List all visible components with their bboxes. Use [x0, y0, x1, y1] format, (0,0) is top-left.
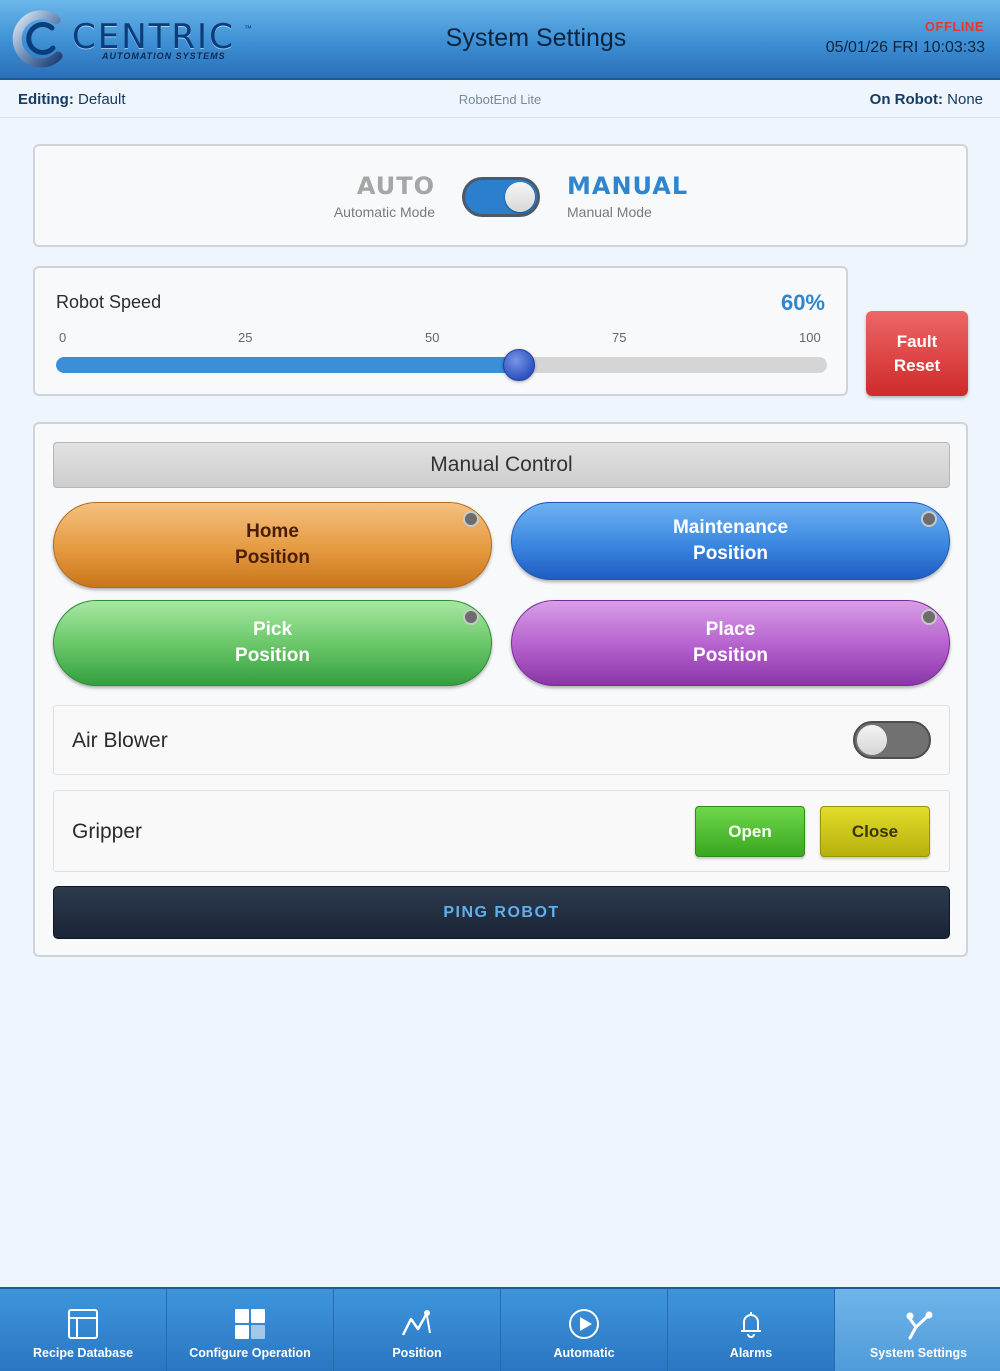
nav-recipe-database[interactable]: Recipe Database	[0, 1289, 167, 1371]
air-blower-toggle-knob	[857, 725, 887, 755]
manual-mode-option[interactable]: MANUAL Manual Mode	[567, 172, 727, 220]
logo-wordmark: CENTRIC	[72, 17, 235, 57]
auto-mode-label: AUTO	[356, 172, 435, 200]
editing-label: Editing:	[18, 91, 74, 108]
date-time: 05/01/26 FRI 10:03:33	[825, 39, 985, 56]
maintenance-position-indicator	[921, 511, 937, 527]
on-robot-info: On Robot: None	[870, 91, 983, 108]
position-icon	[334, 1307, 500, 1341]
nav-system-settings[interactable]: System Settings	[835, 1289, 1000, 1371]
auto-mode-caption: Automatic Mode	[333, 204, 435, 220]
configure-operation-icon	[167, 1307, 333, 1341]
manual-mode-label: MANUAL	[567, 172, 689, 200]
mode-toggle-knob	[505, 182, 535, 212]
mode-toggle-switch[interactable]	[462, 177, 540, 217]
speed-slider-thumb[interactable]	[502, 349, 535, 381]
robot-speed-value: 60%	[780, 290, 825, 315]
gripper-label: Gripper	[72, 820, 143, 843]
speed-slider-fill	[56, 357, 519, 373]
product-name: RobotEnd Lite	[458, 92, 542, 107]
system-settings-icon	[835, 1307, 1000, 1341]
air-blower-row: Air Blower	[53, 705, 950, 775]
place-position-button[interactable]: Place Position	[511, 600, 950, 686]
status-bar: RobotEnd Lite Editing: Default On Robot:…	[0, 82, 1000, 118]
fault-reset-button[interactable]: Fault Reset	[866, 311, 968, 396]
speed-slider-track[interactable]	[56, 357, 827, 373]
pick-position-button[interactable]: Pick Position	[53, 600, 492, 686]
home-position-button[interactable]: Home Position	[53, 502, 492, 588]
logo-tagline: AUTOMATION SYSTEMS	[102, 51, 226, 61]
manual-mode-caption: Manual Mode	[567, 204, 652, 220]
nav-label: Alarms	[729, 1346, 773, 1360]
speed-tick-label: 50	[425, 330, 440, 345]
home-position-label: Home Position	[235, 521, 310, 568]
app-header: CENTRIC ™ AUTOMATION SYSTEMS System Sett…	[0, 0, 1000, 80]
air-blower-label: Air Blower	[72, 729, 168, 752]
recipe-database-icon	[0, 1307, 166, 1341]
nav-alarms[interactable]: Alarms	[668, 1289, 835, 1371]
place-position-indicator	[921, 609, 937, 625]
nav-label: Automatic	[553, 1346, 615, 1360]
logo-mark-icon	[12, 10, 63, 68]
pick-position-label: Pick Position	[235, 619, 310, 666]
on-robot-label: On Robot:	[869, 91, 943, 108]
nav-label: Configure Operation	[189, 1346, 311, 1360]
speed-tick-label: 25	[238, 330, 253, 345]
auto-mode-option[interactable]: AUTO Automatic Mode	[325, 172, 435, 220]
nav-position[interactable]: Position	[334, 1289, 501, 1371]
speed-tick-label: 75	[612, 330, 627, 345]
logo-trademark: ™	[244, 24, 252, 33]
robot-speed-panel: Robot Speed 60% 0 25 50 75 100	[33, 266, 848, 396]
gripper-close-button[interactable]: Close	[820, 806, 930, 857]
home-position-indicator	[463, 511, 479, 527]
ping-robot-button[interactable]: PING ROBOT	[53, 886, 950, 939]
connection-status: OFFLINE	[924, 19, 984, 34]
editing-value: Default	[78, 91, 126, 108]
gripper-open-button[interactable]: Open	[695, 806, 805, 857]
centric-logo: CENTRIC ™ AUTOMATION SYSTEMS	[12, 10, 257, 68]
nav-label: Recipe Database	[32, 1346, 134, 1360]
nav-automatic[interactable]: Automatic	[501, 1289, 668, 1371]
manual-control-title: Manual Control	[53, 442, 950, 488]
nav-configure-operation[interactable]: Configure Operation	[167, 1289, 334, 1371]
nav-label: Position	[392, 1346, 442, 1360]
speed-tick-label: 100	[799, 330, 821, 345]
mode-panel: AUTO Automatic Mode MANUAL Manual Mode	[33, 144, 968, 247]
gripper-row: Gripper Open Close	[53, 790, 950, 872]
speed-tick-label: 0	[59, 330, 67, 345]
alarm-bell-icon	[668, 1307, 834, 1341]
manual-control-panel: Manual Control Home Position Maintenance…	[33, 422, 968, 957]
place-position-label: Place Position	[693, 619, 768, 666]
maintenance-position-button[interactable]: Maintenance Position	[511, 502, 950, 580]
robot-speed-label: Robot Speed	[56, 292, 162, 312]
bottom-navigation: Recipe Database Configure Operation Posi…	[0, 1287, 1000, 1371]
automatic-icon	[501, 1307, 667, 1341]
air-blower-toggle[interactable]	[853, 721, 931, 759]
page-title: System Settings	[445, 24, 627, 52]
on-robot-value: None	[947, 91, 983, 108]
pick-position-indicator	[463, 609, 479, 625]
maintenance-position-label: Maintenance Position	[672, 517, 789, 564]
nav-label: System Settings	[869, 1346, 968, 1360]
editing-info: Editing: Default	[18, 91, 126, 108]
